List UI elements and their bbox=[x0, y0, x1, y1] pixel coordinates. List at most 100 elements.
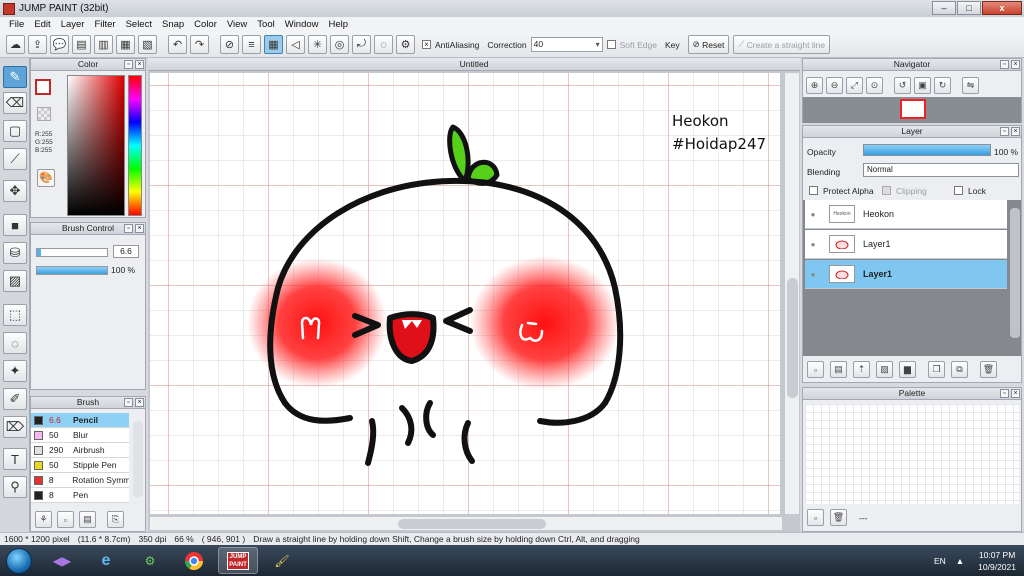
layer-visibility-icon[interactable]: ● bbox=[805, 240, 821, 249]
tool-app-icon[interactable]: ⚙ bbox=[130, 547, 170, 574]
menu-snap[interactable]: Snap bbox=[157, 19, 189, 30]
horizontal-scroll-thumb[interactable] bbox=[398, 519, 546, 529]
layer-opacity-slider[interactable] bbox=[863, 144, 991, 156]
select-pen-tool-icon[interactable]: ✐ bbox=[3, 388, 27, 410]
panel-close-icon[interactable]: × bbox=[1011, 389, 1020, 398]
language-indicator[interactable]: EN bbox=[934, 556, 946, 566]
flip-icon[interactable]: ⇋ bbox=[962, 77, 979, 94]
panel-float-icon[interactable]: ▫ bbox=[124, 398, 133, 407]
snap-circle-icon[interactable]: ◎ bbox=[330, 35, 349, 54]
layer-row-selected[interactable]: ● Layer1 bbox=[805, 260, 1007, 289]
snap-settings-icon[interactable]: ⚙ bbox=[396, 35, 415, 54]
panel-float-icon[interactable]: ▫ bbox=[1000, 127, 1009, 136]
move-tool-icon[interactable]: ✥ bbox=[3, 180, 27, 202]
lock-checkbox[interactable] bbox=[954, 186, 963, 195]
panel-close-icon[interactable]: × bbox=[135, 224, 144, 233]
clipping-checkbox[interactable] bbox=[882, 186, 891, 195]
brush-item[interactable]: 8 Pen bbox=[31, 488, 129, 503]
menu-tool[interactable]: Tool bbox=[252, 19, 279, 30]
panel-float-icon[interactable]: ▫ bbox=[1000, 60, 1009, 69]
snap-grid-icon[interactable]: ▦ bbox=[264, 35, 283, 54]
palette-delete-icon[interactable]: 🗑 bbox=[830, 509, 847, 526]
brush-size-input[interactable]: 6.6 bbox=[113, 245, 139, 258]
eraser-tool-icon[interactable]: ⌫ bbox=[3, 92, 27, 114]
layer-up-icon[interactable]: ⇡ bbox=[853, 361, 870, 378]
ie-icon[interactable]: e bbox=[86, 547, 126, 574]
rect-select-tool-icon[interactable]: ⬚ bbox=[3, 304, 27, 326]
jump-paint-icon[interactable]: JUMP PAINT bbox=[218, 547, 258, 574]
new-layer-folder-icon[interactable]: ▤ bbox=[830, 361, 847, 378]
navigator-preview[interactable] bbox=[803, 97, 1021, 123]
brush-item[interactable]: 6.6 Pencil bbox=[31, 413, 129, 428]
snap-off-icon[interactable]: ⊘ bbox=[220, 35, 239, 54]
bucket-tool-icon[interactable]: ⛁ bbox=[3, 242, 27, 264]
menu-window[interactable]: Window bbox=[280, 19, 324, 30]
layer-row[interactable]: ● Layer1 bbox=[805, 230, 1007, 259]
soft-edge-checkbox[interactable] bbox=[606, 40, 616, 49]
text-tool-icon[interactable]: T bbox=[3, 448, 27, 470]
straight-line-button[interactable]: ⟋ Create a straight line bbox=[733, 35, 831, 54]
antialiasing-checkbox[interactable]: × bbox=[422, 40, 431, 49]
brush-item[interactable]: 290 Airbrush bbox=[31, 443, 129, 458]
hue-slider[interactable] bbox=[128, 75, 142, 216]
maximize-button[interactable]: □ bbox=[957, 1, 981, 15]
foreground-color-swatch[interactable] bbox=[35, 79, 51, 95]
snap-ring-icon[interactable]: ◌ bbox=[374, 35, 393, 54]
menu-file[interactable]: File bbox=[4, 19, 29, 30]
menu-filter[interactable]: Filter bbox=[89, 19, 120, 30]
start-button[interactable] bbox=[6, 547, 32, 574]
menu-select[interactable]: Select bbox=[121, 19, 157, 30]
palette-new-icon[interactable]: ▫ bbox=[807, 509, 824, 526]
lasso-tool-icon[interactable]: ◌ bbox=[3, 332, 27, 354]
panel-close-icon[interactable]: × bbox=[135, 60, 144, 69]
saturation-value-picker[interactable] bbox=[67, 75, 125, 216]
gradient-tool-icon[interactable]: ▨ bbox=[3, 270, 27, 292]
snap-parallel-icon[interactable]: ≡ bbox=[242, 35, 261, 54]
menu-help[interactable]: Help bbox=[324, 19, 354, 30]
layer-visibility-icon[interactable]: ● bbox=[805, 270, 821, 279]
layer-row[interactable]: ● Heokon Heokon bbox=[805, 200, 1007, 229]
undo-icon[interactable]: ↶ bbox=[168, 35, 187, 54]
brush-item[interactable]: 50 Stipple Pen bbox=[31, 458, 129, 473]
brush-tool-icon[interactable]: ✎ bbox=[3, 66, 27, 88]
minimize-button[interactable]: – bbox=[932, 1, 956, 15]
brush-save-icon[interactable]: ⎘ bbox=[107, 511, 124, 528]
duplicate-layer-icon[interactable]: ❐ bbox=[928, 361, 945, 378]
menu-color[interactable]: Color bbox=[189, 19, 222, 30]
layout-icon[interactable]: ▧ bbox=[138, 35, 157, 54]
zoom-100-icon[interactable]: ⊙ bbox=[866, 77, 883, 94]
select-eraser-tool-icon[interactable]: ⌦ bbox=[3, 416, 27, 438]
document-icon[interactable]: ▤ bbox=[72, 35, 91, 54]
snap-radial-icon[interactable]: ✳ bbox=[308, 35, 327, 54]
palette-icon[interactable]: 🎨 bbox=[37, 169, 55, 187]
snap-curve-icon[interactable]: ⤾ bbox=[352, 35, 371, 54]
palette-swatches[interactable] bbox=[805, 404, 1019, 504]
visual-studio-icon[interactable]: ◀▶ bbox=[42, 547, 82, 574]
layer-visibility-icon[interactable]: ● bbox=[805, 210, 821, 219]
rotate-right-icon[interactable]: ↻ bbox=[934, 77, 951, 94]
drawing-canvas[interactable]: Heokon #Hoidap247 bbox=[150, 73, 780, 514]
grid-icon[interactable]: ▦ bbox=[116, 35, 135, 54]
menu-edit[interactable]: Edit bbox=[29, 19, 55, 30]
share-icon[interactable]: ⇪ bbox=[28, 35, 47, 54]
menu-layer[interactable]: Layer bbox=[56, 19, 90, 30]
rotate-reset-icon[interactable]: ▣ bbox=[914, 77, 931, 94]
brush-size-slider[interactable] bbox=[36, 248, 108, 257]
rotate-left-icon[interactable]: ↺ bbox=[894, 77, 911, 94]
tray-arrow-icon[interactable]: ▲ bbox=[956, 556, 964, 566]
new-layer-icon[interactable]: ▫ bbox=[807, 361, 824, 378]
brush-new-icon[interactable]: ▫ bbox=[57, 511, 74, 528]
transparent-swatch[interactable] bbox=[37, 107, 51, 121]
panel-close-icon[interactable]: × bbox=[1011, 127, 1020, 136]
reset-button[interactable]: ⊘ Reset bbox=[687, 35, 730, 54]
panel-float-icon[interactable]: ▫ bbox=[124, 60, 133, 69]
line-tool-icon[interactable]: ⟋ bbox=[3, 148, 27, 170]
delete-layer-icon[interactable]: 🗑 bbox=[980, 361, 997, 378]
close-button[interactable]: x bbox=[982, 1, 1022, 15]
eyedropper-tool-icon[interactable]: ⚲ bbox=[3, 476, 27, 498]
page-icon[interactable]: ▥ bbox=[94, 35, 113, 54]
comment-icon[interactable]: 💬 bbox=[50, 35, 69, 54]
zoom-in-icon[interactable]: ⊕ bbox=[806, 77, 823, 94]
folder-icon[interactable]: ▆ bbox=[899, 361, 916, 378]
panel-float-icon[interactable]: ▫ bbox=[1000, 389, 1009, 398]
